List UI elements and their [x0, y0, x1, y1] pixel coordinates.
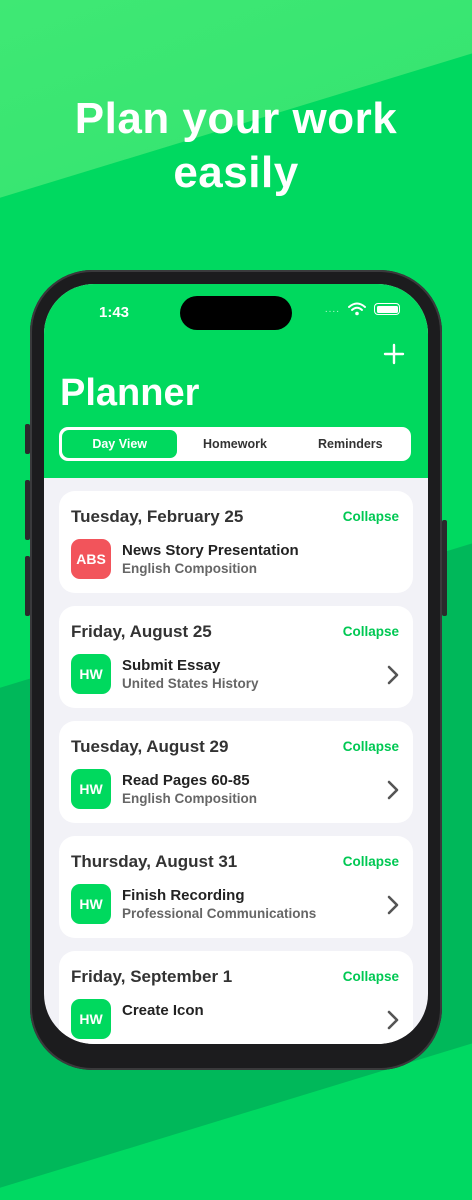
day-date: Friday, September 1: [71, 967, 233, 986]
tab-homework[interactable]: Homework: [177, 430, 292, 458]
collapse-button[interactable]: Collapse: [343, 854, 399, 869]
headline-line-1: Plan your work: [74, 94, 398, 143]
chevron-right-icon[interactable]: [387, 895, 399, 915]
phone-action-button: [25, 424, 30, 454]
abs-badge: ABS: [71, 539, 111, 579]
item-title[interactable]: Finish Recording: [122, 887, 245, 904]
day-card: Friday, September 1 Collapse HW Create I…: [59, 951, 413, 1044]
day-date: Tuesday, February 25: [71, 507, 244, 526]
phone-screen: 1:43 .... Planner Day View Homework Remi…: [44, 284, 428, 1044]
status-time: 1:43: [99, 304, 130, 321]
tab-reminders[interactable]: Reminders: [293, 430, 408, 458]
phone-volume-up-button: [25, 480, 30, 540]
collapse-button[interactable]: Collapse: [343, 739, 399, 754]
day-card: Tuesday, February 25 Collapse ABS News S…: [59, 491, 413, 593]
tab-day-view[interactable]: Day View: [62, 430, 178, 458]
item-title[interactable]: Submit Essay: [122, 657, 220, 674]
status-icons: ....: [325, 302, 400, 316]
item-course: English Composition: [122, 791, 257, 806]
day-date: Friday, August 25: [71, 622, 212, 641]
item-course: English Composition: [122, 561, 257, 576]
day-date: Thursday, August 31: [71, 852, 238, 871]
day-card: Thursday, August 31 Collapse HW Finish R…: [59, 836, 413, 938]
item-title[interactable]: News Story Presentation: [122, 542, 299, 559]
view-segmented-control: Day View Homework Reminders: [59, 427, 411, 461]
battery-icon: [374, 303, 400, 315]
headline: Plan your work easily: [0, 92, 472, 200]
day-card: Friday, August 25 Collapse HW Submit Ess…: [59, 606, 413, 708]
hw-badge: HW: [71, 769, 111, 809]
phone-power-button: [442, 520, 447, 616]
plus-icon[interactable]: [382, 342, 406, 366]
item-course: Professional Communications: [122, 906, 317, 921]
signal-icon: ....: [324, 303, 340, 315]
chevron-right-icon[interactable]: [387, 780, 399, 800]
day-card: Tuesday, August 29 Collapse HW Read Page…: [59, 721, 413, 823]
collapse-button[interactable]: Collapse: [343, 624, 399, 639]
hw-badge: HW: [71, 654, 111, 694]
planner-header: 1:43 .... Planner Day View Homework Remi…: [44, 284, 428, 478]
item-title[interactable]: Create Icon: [122, 1002, 204, 1019]
phone-volume-down-button: [25, 556, 30, 616]
chevron-right-icon[interactable]: [387, 1010, 399, 1030]
item-course: United States History: [122, 676, 259, 691]
collapse-button[interactable]: Collapse: [343, 969, 399, 984]
headline-line-2: easily: [173, 148, 299, 197]
dynamic-island: [180, 296, 292, 330]
collapse-button[interactable]: Collapse: [343, 509, 399, 524]
page-title: Planner: [60, 372, 200, 414]
hw-badge: HW: [71, 999, 111, 1039]
day-date: Tuesday, August 29: [71, 737, 229, 756]
hw-badge: HW: [71, 884, 111, 924]
wifi-icon: [348, 302, 366, 316]
item-title[interactable]: Read Pages 60-85: [122, 772, 250, 789]
chevron-right-icon[interactable]: [387, 665, 399, 685]
planner-list: Tuesday, February 25 Collapse ABS News S…: [59, 491, 413, 1044]
